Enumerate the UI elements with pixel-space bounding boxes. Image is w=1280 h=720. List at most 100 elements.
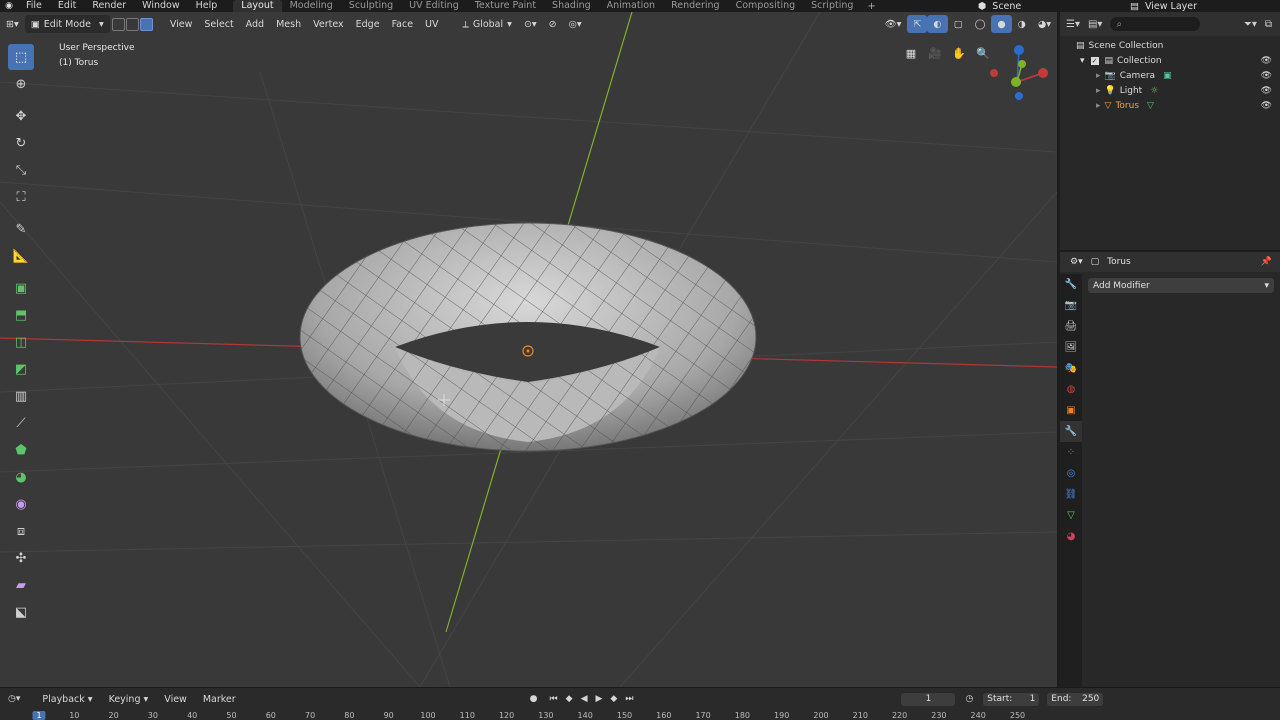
- extrude-tool-icon[interactable]: ⬒: [8, 302, 34, 328]
- output-tab-icon[interactable]: 🖨: [1060, 316, 1082, 337]
- proportional-edit-icon[interactable]: ◎▾: [563, 15, 588, 33]
- shear-tool-icon[interactable]: ▰: [8, 572, 34, 598]
- tab-shading[interactable]: Shading: [544, 0, 599, 12]
- outliner-editor-icon[interactable]: ☰▾: [1066, 19, 1080, 30]
- pin-icon[interactable]: 📌: [1261, 257, 1272, 267]
- scene-selector[interactable]: ⬢ Scene: [978, 0, 1021, 12]
- gizmo-toggle-icon[interactable]: ⇱: [907, 15, 928, 33]
- material-shading-icon[interactable]: ◑: [1012, 15, 1032, 33]
- tab-rendering[interactable]: Rendering: [663, 0, 728, 12]
- tab-layout[interactable]: Layout: [233, 0, 282, 12]
- add-cube-tool-icon[interactable]: ▣: [8, 275, 34, 301]
- menu-mesh[interactable]: Mesh: [270, 15, 307, 33]
- xray-icon[interactable]: ▢: [948, 15, 969, 33]
- menu-face[interactable]: Face: [386, 15, 419, 33]
- timeline-editor-icon[interactable]: ◷▾: [8, 694, 20, 704]
- material-tab-icon[interactable]: ◕: [1060, 526, 1082, 547]
- cursor-tool-icon[interactable]: ⊕: [8, 71, 34, 97]
- menu-keying[interactable]: Keying ▾: [103, 690, 155, 708]
- menu-vertex[interactable]: Vertex: [307, 15, 350, 33]
- smooth-tool-icon[interactable]: ◉: [8, 491, 34, 517]
- clock-icon[interactable]: ◷: [965, 694, 973, 704]
- face-select-button[interactable]: [139, 17, 153, 31]
- current-frame-field[interactable]: 1: [901, 692, 956, 706]
- shrink-fatten-tool-icon[interactable]: ✣: [8, 545, 34, 571]
- menu-uv[interactable]: UV: [419, 15, 444, 33]
- pan-hand-icon[interactable]: ✋: [950, 44, 968, 62]
- menu-add[interactable]: Add: [240, 15, 270, 33]
- menu-marker[interactable]: Marker: [197, 690, 242, 708]
- overlay-toggle-icon[interactable]: ◐: [927, 15, 948, 33]
- constraints-tab-icon[interactable]: ⛓: [1060, 484, 1082, 505]
- editor-type-icon[interactable]: ⊞▾: [0, 15, 25, 33]
- expand-arrow-icon[interactable]: ▾: [1080, 56, 1085, 66]
- mode-selector[interactable]: ▣ Edit Mode ▾: [24, 15, 110, 33]
- eye-icon[interactable]: 👁: [1261, 71, 1272, 81]
- eye-icon[interactable]: 👁: [1261, 101, 1272, 111]
- select-box-tool-icon[interactable]: ⬚: [8, 44, 34, 70]
- orientation-selector[interactable]: ⟂ Global ▾: [457, 15, 518, 33]
- wireframe-shading-icon[interactable]: ◯: [969, 15, 992, 33]
- menu-help[interactable]: Help: [188, 0, 226, 12]
- tab-compositing[interactable]: Compositing: [728, 0, 804, 12]
- solid-shading-icon[interactable]: ●: [991, 15, 1012, 33]
- menu-file[interactable]: File: [18, 0, 50, 12]
- rotate-tool-icon[interactable]: ↻: [8, 130, 34, 156]
- poly-build-tool-icon[interactable]: ⬟: [8, 437, 34, 463]
- add-workspace-icon[interactable]: +: [861, 1, 881, 12]
- edge-slide-tool-icon[interactable]: ⧈: [8, 518, 34, 544]
- properties-editor-icon[interactable]: ⚙▾: [1070, 257, 1083, 267]
- expand-arrow-icon[interactable]: ▸: [1096, 86, 1101, 96]
- modifier-tab-icon[interactable]: 🔧: [1060, 421, 1082, 442]
- outliner-row-light[interactable]: ▸ 💡 Light ☼ 👁: [1060, 83, 1280, 98]
- measure-tool-icon[interactable]: 📐: [8, 243, 34, 269]
- 3d-viewport[interactable]: ⊞▾ ▣ Edit Mode ▾ View Select Add Mesh Ve…: [0, 12, 1057, 687]
- checkbox-icon[interactable]: ✓: [1090, 56, 1099, 65]
- camera-view-icon[interactable]: 🎥: [926, 44, 944, 62]
- expand-arrow-icon[interactable]: ▸: [1096, 71, 1101, 81]
- eye-icon[interactable]: 👁: [1261, 86, 1272, 96]
- inset-tool-icon[interactable]: ◫: [8, 329, 34, 355]
- blender-logo-icon[interactable]: ◉: [0, 0, 18, 12]
- view-layer-tab-icon[interactable]: 🖼: [1060, 337, 1082, 358]
- particles-tab-icon[interactable]: ⁘: [1060, 442, 1082, 463]
- record-icon[interactable]: ●: [530, 694, 538, 704]
- outliner-row-torus[interactable]: ▸ ▽ Torus ▽ 👁: [1060, 98, 1280, 113]
- bevel-tool-icon[interactable]: ◩: [8, 356, 34, 382]
- vertex-select-button[interactable]: [111, 17, 125, 31]
- outliner-search-input[interactable]: ⌕: [1110, 17, 1201, 31]
- new-collection-icon[interactable]: ⧉: [1265, 19, 1272, 30]
- grid-view-icon[interactable]: ▦: [902, 44, 920, 62]
- start-frame-field[interactable]: Start: 1: [983, 692, 1040, 706]
- annotate-tool-icon[interactable]: ✎: [8, 216, 34, 242]
- object-tab-icon[interactable]: ▣: [1060, 400, 1082, 421]
- menu-edit[interactable]: Edit: [50, 0, 84, 12]
- outliner-row-camera[interactable]: ▸ 📷 Camera ▣ 👁: [1060, 68, 1280, 83]
- menu-edge[interactable]: Edge: [350, 15, 386, 33]
- scale-tool-icon[interactable]: ⤡: [8, 157, 34, 183]
- menu-view[interactable]: View: [164, 15, 199, 33]
- zoom-icon[interactable]: 🔍: [974, 44, 992, 62]
- world-tab-icon[interactable]: ◍: [1060, 379, 1082, 400]
- next-keyframe-icon[interactable]: ◆: [610, 694, 617, 704]
- snap-icon[interactable]: ⊘: [543, 15, 563, 33]
- physics-tab-icon[interactable]: ◎: [1060, 463, 1082, 484]
- tab-uv-editing[interactable]: UV Editing: [401, 0, 467, 12]
- outliner-row-collection[interactable]: ▾ ✓ ▤ Collection 👁: [1060, 53, 1280, 68]
- eye-icon[interactable]: 👁: [1261, 56, 1272, 66]
- jump-start-icon[interactable]: ⏮: [550, 694, 558, 704]
- render-tab-icon[interactable]: 📷: [1060, 295, 1082, 316]
- display-mode-icon[interactable]: ▤▾: [1088, 19, 1102, 30]
- move-tool-icon[interactable]: ✥: [8, 103, 34, 129]
- visibility-icon[interactable]: 👁▾: [879, 15, 908, 33]
- tab-scripting[interactable]: Scripting: [803, 0, 861, 12]
- prev-keyframe-icon[interactable]: ◆: [566, 694, 573, 704]
- transform-tool-icon[interactable]: ⛶: [8, 184, 34, 210]
- pivot-icon[interactable]: ⊙▾: [518, 15, 543, 33]
- view-layer-selector[interactable]: ▤ View Layer: [1130, 0, 1197, 12]
- menu-playback[interactable]: Playback ▾: [36, 690, 98, 708]
- menu-render[interactable]: Render: [84, 0, 134, 12]
- expand-arrow-icon[interactable]: ▸: [1096, 101, 1101, 111]
- rip-tool-icon[interactable]: ⬕: [8, 599, 34, 625]
- loop-cut-tool-icon[interactable]: ▥: [8, 383, 34, 409]
